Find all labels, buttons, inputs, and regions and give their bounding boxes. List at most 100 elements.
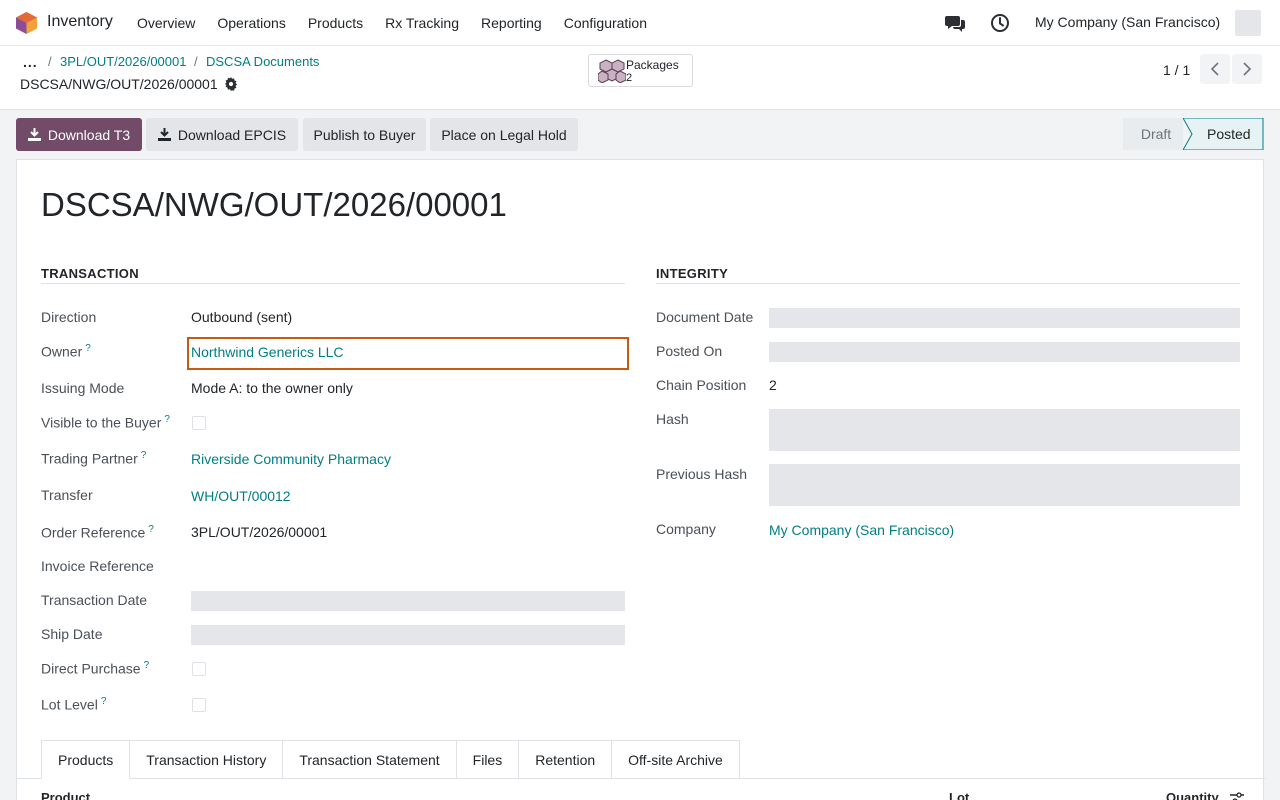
menu-operations[interactable]: Operations — [206, 0, 296, 46]
inventory-app-icon[interactable] — [16, 12, 37, 34]
hash-field — [769, 409, 1240, 451]
company-link[interactable]: My Company (San Francisco) — [769, 522, 954, 538]
publish-to-buyer-button[interactable]: Publish to Buyer — [303, 118, 426, 151]
pager-previous-button[interactable] — [1200, 54, 1230, 84]
packages-label: Packages — [626, 58, 679, 72]
previous-hash-field — [769, 464, 1240, 506]
main-menu: Overview Operations Products Rx Tracking… — [126, 0, 658, 46]
breadcrumb-dscsa-documents-link[interactable]: DSCSA Documents — [206, 54, 319, 69]
lot-level-checkbox[interactable] — [192, 698, 206, 712]
tab-transaction-history[interactable]: Transaction History — [130, 740, 284, 779]
breadcrumb-current: DSCSA/NWG/OUT/2026/00001 — [20, 76, 218, 92]
invoice-reference-label: Invoice Reference — [41, 558, 154, 574]
activity-clock-icon[interactable] — [990, 13, 1010, 33]
pager-value[interactable]: 1 / 1 — [1163, 62, 1190, 78]
legal-hold-button[interactable]: Place on Legal Hold — [430, 118, 578, 151]
menu-configuration[interactable]: Configuration — [553, 0, 658, 46]
posted-on-label: Posted On — [656, 343, 723, 359]
download-t3-button[interactable]: Download T3 — [16, 118, 142, 151]
trading-partner-label: Trading Partner? — [41, 450, 147, 467]
chevron-right-icon — [1243, 62, 1252, 76]
packages-smart-button[interactable]: Packages 2 — [588, 54, 693, 87]
packages-count: 2 — [626, 72, 633, 84]
breadcrumb-more[interactable]: ... — [23, 54, 38, 70]
pager-next-button[interactable] — [1232, 54, 1262, 84]
transfer-link[interactable]: WH/OUT/00012 — [191, 488, 291, 504]
status-bar: Draft Posted — [1123, 118, 1264, 150]
order-reference-value: 3PL/OUT/2026/00001 — [191, 524, 328, 540]
packages-icon — [598, 59, 626, 83]
visible-to-buyer-label: Visible to the Buyer? — [41, 414, 170, 431]
download-icon — [157, 128, 171, 141]
issuing-mode-value: Mode A: to the owner only — [191, 380, 353, 396]
column-header-lot[interactable]: Lot — [949, 790, 969, 800]
lot-level-label: Lot Level? — [41, 696, 107, 713]
issuing-mode-label: Issuing Mode — [41, 380, 125, 396]
user-avatar[interactable] — [1235, 10, 1261, 36]
optional-columns-icon[interactable] — [1230, 792, 1244, 800]
menu-reporting[interactable]: Reporting — [470, 0, 553, 46]
column-header-product[interactable]: Product — [41, 790, 90, 800]
direction-value: Outbound (sent) — [191, 309, 293, 325]
company-switcher[interactable]: My Company (San Francisco) — [1035, 14, 1220, 30]
tab-offsite-archive[interactable]: Off-site Archive — [612, 740, 740, 779]
record-title: DSCSA/NWG/OUT/2026/00001 — [41, 186, 507, 223]
status-posted[interactable]: Posted — [1183, 118, 1264, 150]
transaction-date-field[interactable] — [191, 591, 625, 611]
top-navbar: Inventory Overview Operations Products R… — [0, 0, 1280, 46]
owner-label: Owner? — [41, 343, 91, 360]
order-reference-label: Order Reference? — [41, 524, 154, 541]
chat-icon[interactable] — [945, 13, 965, 33]
direction-label: Direction — [41, 309, 97, 325]
previous-hash-label: Previous Hash — [656, 466, 748, 482]
breadcrumb-separator: / — [48, 54, 52, 69]
visible-to-buyer-checkbox[interactable] — [192, 416, 206, 430]
help-tooltip-icon[interactable]: ? — [85, 343, 91, 354]
tab-transaction-statement[interactable]: Transaction Statement — [283, 740, 457, 779]
chain-position-label: Chain Position — [656, 377, 747, 393]
section-integrity-heading: INTEGRITY — [656, 266, 729, 281]
section-transaction-heading: TRANSACTION — [41, 266, 139, 281]
menu-overview[interactable]: Overview — [126, 0, 206, 46]
breadcrumb-transfer-link[interactable]: 3PL/OUT/2026/00001 — [60, 54, 186, 69]
status-draft[interactable]: Draft — [1123, 118, 1183, 150]
hash-label: Hash — [656, 411, 689, 427]
column-header-quantity[interactable]: Quantity — [1166, 790, 1219, 800]
posted-on-field — [769, 342, 1240, 362]
download-epcis-label: Download EPCIS — [177, 126, 287, 143]
control-panel: ... / 3PL/OUT/2026/00001 / DSCSA Documen… — [0, 46, 1280, 110]
app-name[interactable]: Inventory — [47, 13, 113, 31]
tab-products[interactable]: Products — [41, 740, 131, 779]
download-epcis-button[interactable]: Download EPCIS — [146, 118, 298, 151]
help-tooltip-icon[interactable]: ? — [164, 414, 170, 425]
company-label: Company — [656, 521, 716, 537]
chevron-left-icon — [1210, 62, 1219, 76]
ship-date-field[interactable] — [191, 625, 625, 645]
help-tooltip-icon[interactable]: ? — [148, 524, 154, 535]
tab-retention[interactable]: Retention — [519, 740, 613, 779]
owner-link[interactable]: Northwind Generics LLC — [191, 344, 344, 360]
breadcrumb-separator: / — [194, 54, 198, 69]
gear-icon[interactable] — [224, 77, 238, 91]
section-divider — [656, 283, 1240, 284]
transfer-label: Transfer — [41, 487, 93, 503]
transaction-date-label: Transaction Date — [41, 592, 148, 608]
menu-rx-tracking[interactable]: Rx Tracking — [374, 0, 470, 46]
menu-products[interactable]: Products — [297, 0, 374, 46]
section-divider — [41, 283, 625, 284]
direct-purchase-checkbox[interactable] — [192, 662, 206, 676]
download-icon — [27, 128, 41, 141]
help-tooltip-icon[interactable]: ? — [101, 696, 107, 707]
document-date-field — [769, 308, 1240, 328]
document-date-label: Document Date — [656, 309, 754, 325]
ship-date-label: Ship Date — [41, 626, 103, 642]
download-t3-label: Download T3 — [47, 126, 131, 143]
direct-purchase-label: Direct Purchase? — [41, 660, 150, 677]
chain-position-value: 2 — [769, 377, 777, 393]
help-tooltip-icon[interactable]: ? — [141, 450, 147, 461]
tab-files[interactable]: Files — [456, 740, 520, 779]
trading-partner-link[interactable]: Riverside Community Pharmacy — [191, 451, 391, 467]
help-tooltip-icon[interactable]: ? — [144, 660, 150, 671]
status-posted-label: Posted — [1207, 126, 1251, 142]
notebook-tabs: Products Transaction History Transaction… — [41, 740, 740, 779]
